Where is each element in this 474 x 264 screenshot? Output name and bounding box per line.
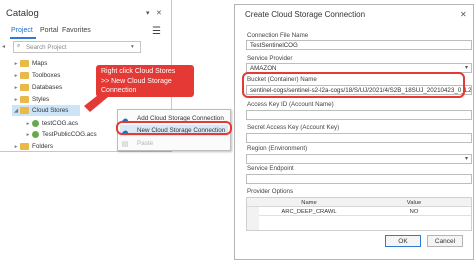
close-icon[interactable]: ✕	[460, 10, 467, 19]
grid-cell-name[interactable]: ARC_DEEP_CRAWL	[259, 207, 359, 216]
arrow-shape	[84, 92, 114, 112]
tree-item-databases[interactable]: ▸ Databases	[12, 82, 62, 93]
chevron-down-icon: ▾	[464, 65, 468, 71]
provider-options-grid: Name Value ARC_DEEP_CRAWL NO	[246, 197, 472, 231]
cloud-connection-icon	[32, 131, 39, 138]
callout-arrow	[84, 92, 114, 112]
expand-icon[interactable]: ▸	[12, 85, 20, 91]
tree-item-testpubliccog[interactable]: ▸ TestPublicCOG.acs	[24, 129, 97, 140]
service-provider-label: Service Provider	[247, 55, 293, 62]
connection-file-name-label: Connection File Name	[247, 32, 309, 39]
grid-cell-value[interactable]: NO	[359, 207, 469, 216]
highlight-bucket-field	[242, 72, 465, 98]
tree-item-label: Cloud Stores	[32, 107, 69, 114]
tree-item-toolboxes[interactable]: ▸ Toolboxes	[12, 70, 60, 81]
catalog-title: Catalog	[6, 8, 39, 19]
access-key-label: Access Key ID (Account Name)	[247, 101, 334, 108]
expand-icon[interactable]: ▸	[12, 144, 20, 150]
tree-item-cloud-stores[interactable]: ◢ Cloud Stores	[12, 105, 80, 116]
tree-item-label: TestPublicCOG.acs	[42, 131, 97, 138]
folder-icon	[20, 60, 29, 67]
search-placeholder: Search Project	[26, 44, 67, 51]
tab-favorites[interactable]: Favorites	[62, 27, 91, 34]
cloud-folder-icon	[20, 107, 29, 114]
region-label: Region (Environment)	[247, 145, 308, 152]
provider-options-label: Provider Options	[247, 188, 294, 195]
expand-icon[interactable]: ▸	[12, 73, 20, 79]
callout-line: Right click Cloud Stores	[101, 68, 176, 75]
tree-item-label: Databases	[32, 84, 63, 91]
folder-icon	[20, 143, 29, 150]
tree-item-testcog[interactable]: ▸ testCOG.acs	[24, 118, 78, 129]
create-cloud-storage-dialog: Create Cloud Storage Connection ✕ Connec…	[234, 4, 474, 260]
ok-button[interactable]: OK	[385, 235, 421, 247]
expand-icon[interactable]: ▸	[24, 132, 32, 138]
pane-menu-icon[interactable]: ▾	[146, 10, 150, 17]
highlight-new-connection	[116, 121, 232, 135]
menu-item-label: Paste	[137, 140, 154, 147]
collapse-icon[interactable]: ◢	[12, 108, 20, 114]
cloud-connection-icon	[32, 120, 39, 127]
chevron-down-icon: ▾	[464, 156, 468, 162]
grid-header-value: Value	[406, 199, 422, 206]
close-icon[interactable]: ✕	[156, 10, 162, 17]
secret-key-label: Secret Access Key (Account Key)	[247, 124, 340, 131]
style-icon	[20, 96, 29, 103]
service-provider-value: AMAZON	[250, 64, 277, 72]
region-select[interactable]: ▾	[246, 154, 472, 164]
tree-item-label: Styles	[32, 96, 50, 103]
row-selector[interactable]	[247, 207, 259, 216]
grid-header-name: Name	[301, 199, 317, 206]
expand-icon[interactable]: ▸	[12, 61, 20, 67]
cancel-button[interactable]: Cancel	[427, 235, 463, 247]
grid-header-row: Name Value	[247, 198, 471, 207]
dialog-title: Create Cloud Storage Connection	[245, 10, 366, 19]
menu-item-paste[interactable]: ▤ Paste	[120, 138, 228, 149]
secret-key-field[interactable]	[246, 133, 472, 143]
active-tab-indicator	[10, 37, 36, 39]
tab-portal[interactable]: Portal	[40, 27, 58, 34]
search-icon: ⌕	[17, 43, 21, 49]
callout-line: >> New Cloud Storage	[101, 77, 172, 85]
tree-item-label: Toolboxes	[32, 72, 61, 79]
tree-item-label: testCOG.acs	[42, 120, 79, 127]
search-dropdown-icon[interactable]: ▾	[131, 44, 134, 50]
toolbox-icon	[20, 72, 29, 79]
collapse-chevron-icon[interactable]: ◂	[2, 43, 5, 50]
tree-item-maps[interactable]: ▸ Maps	[12, 58, 47, 69]
database-icon	[20, 84, 29, 91]
expand-icon[interactable]: ▸	[24, 121, 32, 127]
search-input[interactable]: ⌕ Search Project ▾	[13, 41, 141, 53]
connection-file-name-field[interactable]: TestSentinelCOG	[246, 40, 472, 50]
paste-icon: ▤	[121, 140, 129, 148]
row-selector[interactable]	[247, 216, 259, 230]
tree-item-styles[interactable]: ▸ Styles	[12, 94, 49, 105]
tree-item-label: Folders	[32, 143, 53, 150]
service-endpoint-label: Service Endpoint	[247, 165, 294, 172]
tab-project[interactable]: Project	[11, 27, 33, 34]
service-endpoint-field[interactable]	[246, 174, 472, 184]
grid-row[interactable]: ARC_DEEP_CRAWL NO	[247, 207, 471, 216]
tree-item-folders[interactable]: ▸ Folders	[12, 141, 53, 151]
hamburger-menu-icon[interactable]: ☰	[152, 27, 161, 37]
access-key-field[interactable]	[246, 110, 472, 120]
tree-item-label: Maps	[32, 60, 48, 67]
expand-icon[interactable]: ▸	[12, 97, 20, 103]
